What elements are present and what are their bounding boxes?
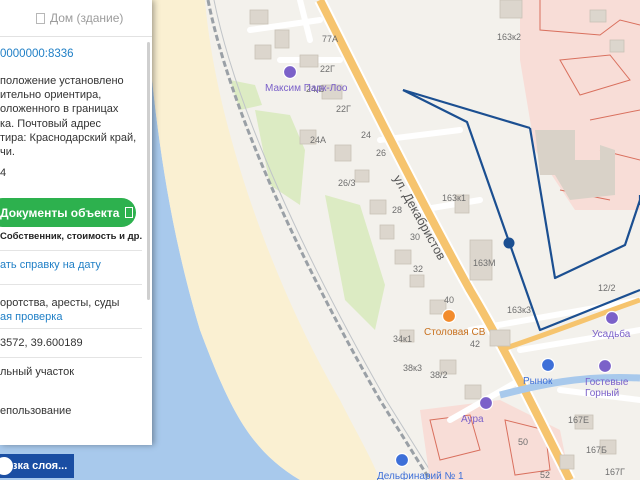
selected-object-marker <box>503 237 515 249</box>
building-icon <box>36 12 45 24</box>
usage-text: епользование <box>0 405 72 417</box>
poi-label: Аура <box>461 414 484 425</box>
house-number-label: 24А <box>310 135 326 145</box>
hotel-icon <box>604 310 620 326</box>
house-number-label: 42 <box>470 339 480 349</box>
house-number-label: 24 <box>361 130 371 140</box>
address-text: положение установлено ительно ориентира,… <box>0 75 137 159</box>
certificate-link[interactable]: ать справку на дату <box>0 259 101 271</box>
poi-label: Рынок <box>523 376 553 387</box>
house-number-label: 167Е <box>568 415 589 425</box>
land-type-text: льный участок <box>0 366 75 378</box>
house-number-label: 52 <box>540 470 550 480</box>
tab-building-label: Дом (здание) <box>50 11 124 25</box>
hotel-icon <box>282 64 298 80</box>
divider <box>0 328 142 329</box>
layers-button-label: зка слоя... <box>12 460 68 472</box>
house-number-label: 30 <box>410 232 420 242</box>
house-number-label: 167Б <box>586 445 607 455</box>
panel-scrollbar[interactable] <box>147 42 150 300</box>
house-number-label: 26 <box>376 148 386 158</box>
address-tail: 4 <box>0 167 7 179</box>
house-number-label: 38/2 <box>430 370 448 380</box>
house-number-label: 28 <box>392 205 402 215</box>
documents-subtitle: Собственник, стоимость и др. <box>0 231 143 242</box>
divider <box>0 357 142 358</box>
coordinates-text: 3572, 39.600189 <box>0 337 83 349</box>
house-number-label: 163М <box>473 258 496 268</box>
house-number-label: 38к3 <box>403 363 422 373</box>
house-number-label: 32 <box>413 264 423 274</box>
debts-text: оротства, аресты, суды <box>0 297 120 309</box>
poi-label: Максим Парк-Лоо <box>265 83 348 94</box>
tab-building[interactable]: Дом (здание) <box>36 11 123 25</box>
house-number-label: 22Г <box>320 64 335 74</box>
house-number-label: 12/2 <box>598 283 616 293</box>
hotel-icon <box>597 358 613 374</box>
documents-button-label: Документы объекта <box>0 205 120 220</box>
check-link[interactable]: ая проверка <box>0 311 62 323</box>
house-number-label: 22Г <box>336 104 351 114</box>
house-number-label: 34к1 <box>393 334 412 344</box>
poi-label: Горный <box>585 388 619 399</box>
poi-label: Дельфинарий № 1 <box>377 470 464 480</box>
document-icon <box>125 207 134 218</box>
house-number-label: 26/3 <box>338 178 356 188</box>
poi-label: Гостевые <box>585 377 629 388</box>
house-number-label: 163к1 <box>442 193 466 203</box>
house-number-label: 50 <box>518 437 528 447</box>
pin-icon <box>394 452 410 468</box>
poi-label: Усадьба <box>592 328 631 340</box>
house-number-label: 77А <box>322 34 338 44</box>
divider <box>0 250 142 251</box>
cafe-icon <box>441 308 457 324</box>
panel-tabbar: Дом (здание) <box>0 0 152 37</box>
hotel-icon <box>478 395 494 411</box>
cadastral-number[interactable]: 0000000:8336 <box>0 48 74 60</box>
house-number-label: 163к3 <box>507 305 531 315</box>
house-number-label: 163к2 <box>497 32 521 42</box>
divider <box>0 284 142 285</box>
house-number-label: 167Г <box>605 467 625 477</box>
poi-label: Столовая СВ <box>424 327 486 338</box>
object-info-panel: Дом (здание) 0000000:8336 положение уста… <box>0 0 152 445</box>
market-icon <box>540 357 556 373</box>
house-number-label: 40 <box>444 295 454 305</box>
documents-button[interactable]: Документы объекта <box>0 198 136 227</box>
